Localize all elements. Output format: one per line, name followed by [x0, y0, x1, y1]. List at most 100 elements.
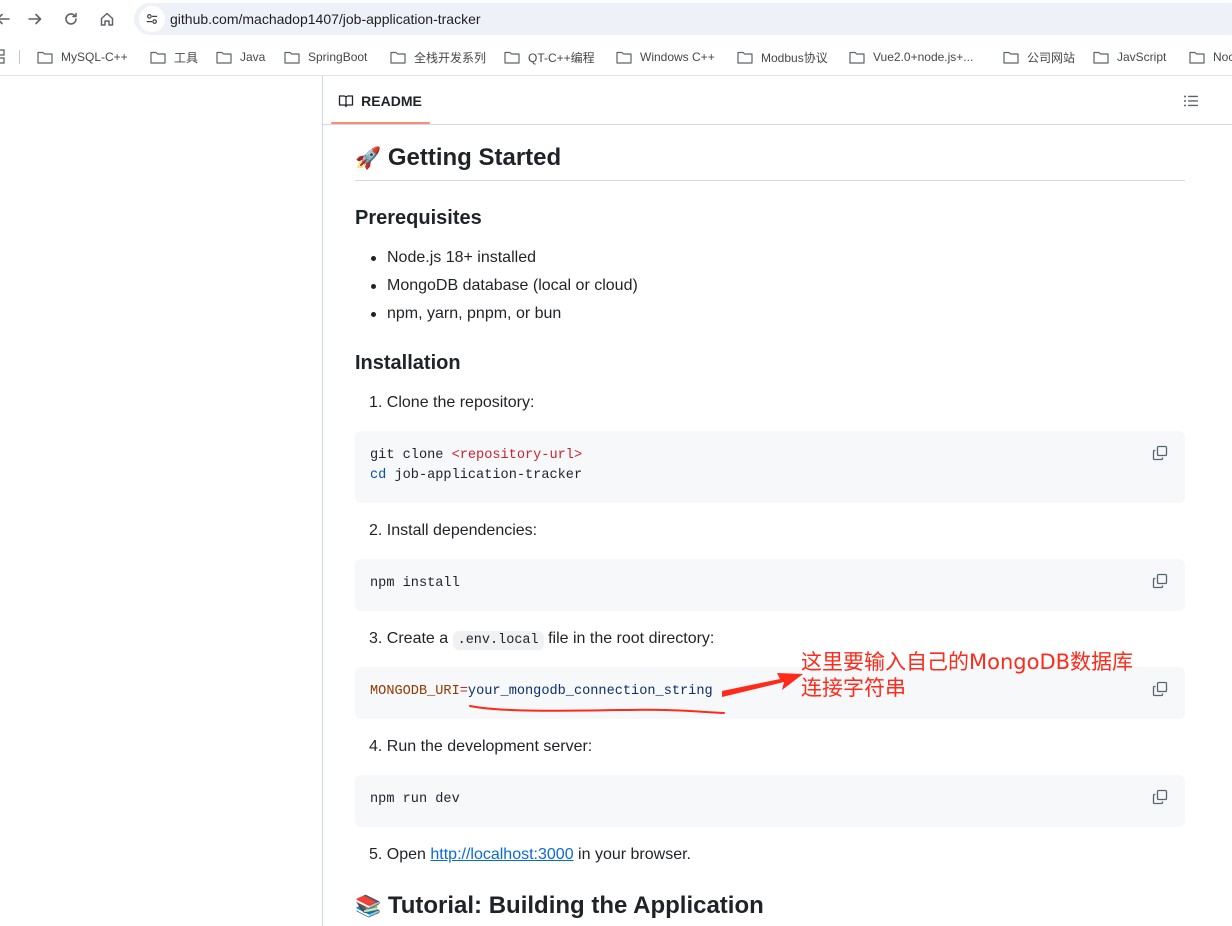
readme-tab-label: README [361, 92, 422, 109]
bookmark-label: 全栈开发系列 [414, 50, 487, 65]
bookmark-folder-2[interactable]: Java [216, 48, 265, 66]
env-equals: = [459, 684, 468, 699]
bookmark-label: SpringBoot [308, 50, 368, 64]
step-5-text: 5. Open http://localhost:3000 in your br… [369, 846, 691, 864]
reload-button[interactable] [60, 8, 82, 30]
step-3-prefix: 3. Create a [369, 630, 453, 647]
site-info-button[interactable] [139, 6, 165, 32]
tutorial-title: Tutorial: Building the Application [387, 892, 764, 919]
step-1-text: 1. Clone the repository: [369, 394, 535, 411]
bookmark-folder-4[interactable]: 全栈开发系列 [390, 48, 486, 66]
bookmarks-bar: MySQL-C++ 工具 Java SpringBoot 全栈开发系列 QT-C… [0, 38, 1232, 76]
annotation-note: 这里要输入自己的MongoDB数据库 连接字符串 [801, 649, 1133, 701]
step-3-suffix: file in the root directory: [543, 630, 715, 647]
folder-icon [390, 51, 406, 64]
prerequisite-item: MongoDB database (local or cloud) [387, 277, 638, 294]
bookmark-folder-6[interactable]: Windows C++ [616, 48, 715, 66]
prerequisite-item: npm, yarn, pnpm, or bun [387, 305, 562, 322]
bullet-dot [371, 256, 376, 261]
home-icon [100, 12, 114, 26]
copy-button[interactable] [1149, 442, 1171, 464]
step-3-text: 3. Create a .env.local file in the root … [369, 630, 715, 650]
home-button[interactable] [96, 8, 118, 30]
outline-button[interactable] [1181, 91, 1201, 111]
folder-icon [284, 51, 300, 64]
code-block-install: npm install [355, 559, 1185, 611]
annotation-line-1: 这里要输入自己的MongoDB数据库 [801, 650, 1134, 674]
bookmark-folder-9[interactable]: 公司网站 [1003, 48, 1075, 66]
bookmark-folder-1[interactable]: 工具 [150, 48, 198, 66]
bookmark-folder-10[interactable]: JavScript [1093, 48, 1166, 66]
code-token-rest: job-application-tracker [386, 468, 583, 483]
bookmark-label: Noc [1213, 50, 1232, 64]
copy-icon [1152, 573, 1168, 589]
getting-started-heading: 🚀 Getting Started [355, 144, 561, 172]
code-line: cd job-application-tracker [370, 468, 582, 483]
address-bar[interactable]: github.com/machadop1407/job-application-… [134, 3, 1232, 35]
annotation-line-2: 连接字符串 [801, 676, 906, 700]
folder-icon [150, 51, 166, 64]
copy-icon [1152, 789, 1168, 805]
bookmark-folder-3[interactable]: SpringBoot [284, 48, 367, 66]
bullet-dot [371, 284, 376, 289]
folder-icon [737, 51, 753, 64]
code-token-arg: <repository-url> [451, 448, 583, 463]
copy-icon [1152, 681, 1168, 697]
localhost-link[interactable]: http://localhost:3000 [430, 846, 573, 863]
installation-heading: Installation [355, 352, 461, 374]
code-block-dev: npm run dev [355, 775, 1185, 827]
prerequisite-item: Node.js 18+ installed [387, 249, 536, 266]
folder-icon [504, 51, 520, 64]
books-icon: 📚 [355, 895, 382, 918]
folder-icon [616, 51, 632, 64]
arrow-left-icon [0, 13, 10, 25]
folder-icon [216, 51, 232, 64]
bookmark-folder-5[interactable]: QT-C++编程 [504, 48, 595, 66]
bullet-dot [371, 312, 376, 317]
bookmark-folder-8[interactable]: Vue2.0+node.js+... [849, 48, 973, 66]
readme-tab-underline [331, 122, 430, 124]
bookmark-label: JavScript [1117, 50, 1167, 64]
forward-button[interactable] [24, 8, 46, 30]
folder-icon [1093, 51, 1109, 64]
reload-icon [65, 12, 77, 25]
readme-header: README [323, 76, 1232, 125]
inline-code: .env.local [452, 631, 544, 650]
tune-icon [146, 14, 158, 24]
step-5-prefix: 5. Open [369, 846, 431, 863]
copy-button[interactable] [1149, 570, 1171, 592]
code-line: npm run dev [370, 792, 460, 807]
bookmarks-separator [19, 50, 20, 64]
copy-icon [1152, 445, 1168, 461]
heading-divider [355, 180, 1185, 181]
bookmark-label: Vue2.0+node.js+... [873, 50, 974, 64]
code-line: git clone <repository-url> [370, 448, 582, 463]
code-line: MONGODB_URI=your_mongodb_connection_stri… [370, 684, 713, 699]
bookmark-folder-0[interactable]: MySQL-C++ [37, 48, 128, 66]
step-2-text: 2. Install dependencies: [369, 522, 538, 539]
back-button[interactable] [0, 8, 14, 30]
book-icon [339, 94, 354, 107]
url-text: github.com/machadop1407/job-application-… [170, 11, 481, 27]
step-4-text: 4. Run the development server: [369, 738, 593, 755]
bookmark-label: Windows C++ [640, 50, 715, 64]
folder-icon [1003, 51, 1019, 64]
bookmark-folder-11[interactable]: Noc [1189, 48, 1232, 66]
code-token-cmd: git clone [370, 448, 452, 463]
rocket-icon: 🚀 [355, 147, 382, 170]
code-token-keyword: cd [370, 468, 387, 483]
env-var-value: your_mongodb_connection_string [467, 684, 713, 699]
copy-button[interactable] [1149, 678, 1171, 700]
arrow-right-icon [28, 13, 42, 25]
code-line: npm install [370, 576, 460, 591]
apps-icon[interactable] [0, 49, 6, 65]
readme-tab[interactable]: README [331, 76, 429, 125]
folder-icon [849, 51, 865, 64]
copy-button[interactable] [1149, 786, 1171, 808]
tutorial-heading: 📚 Tutorial: Building the Application [355, 892, 764, 920]
bookmark-label: MySQL-C++ [61, 50, 128, 64]
folder-icon [1189, 51, 1205, 64]
getting-started-title: Getting Started [387, 144, 562, 171]
env-var-name: MONGODB_URI [370, 684, 460, 699]
bookmark-folder-7[interactable]: Modbus协议 [737, 48, 828, 66]
